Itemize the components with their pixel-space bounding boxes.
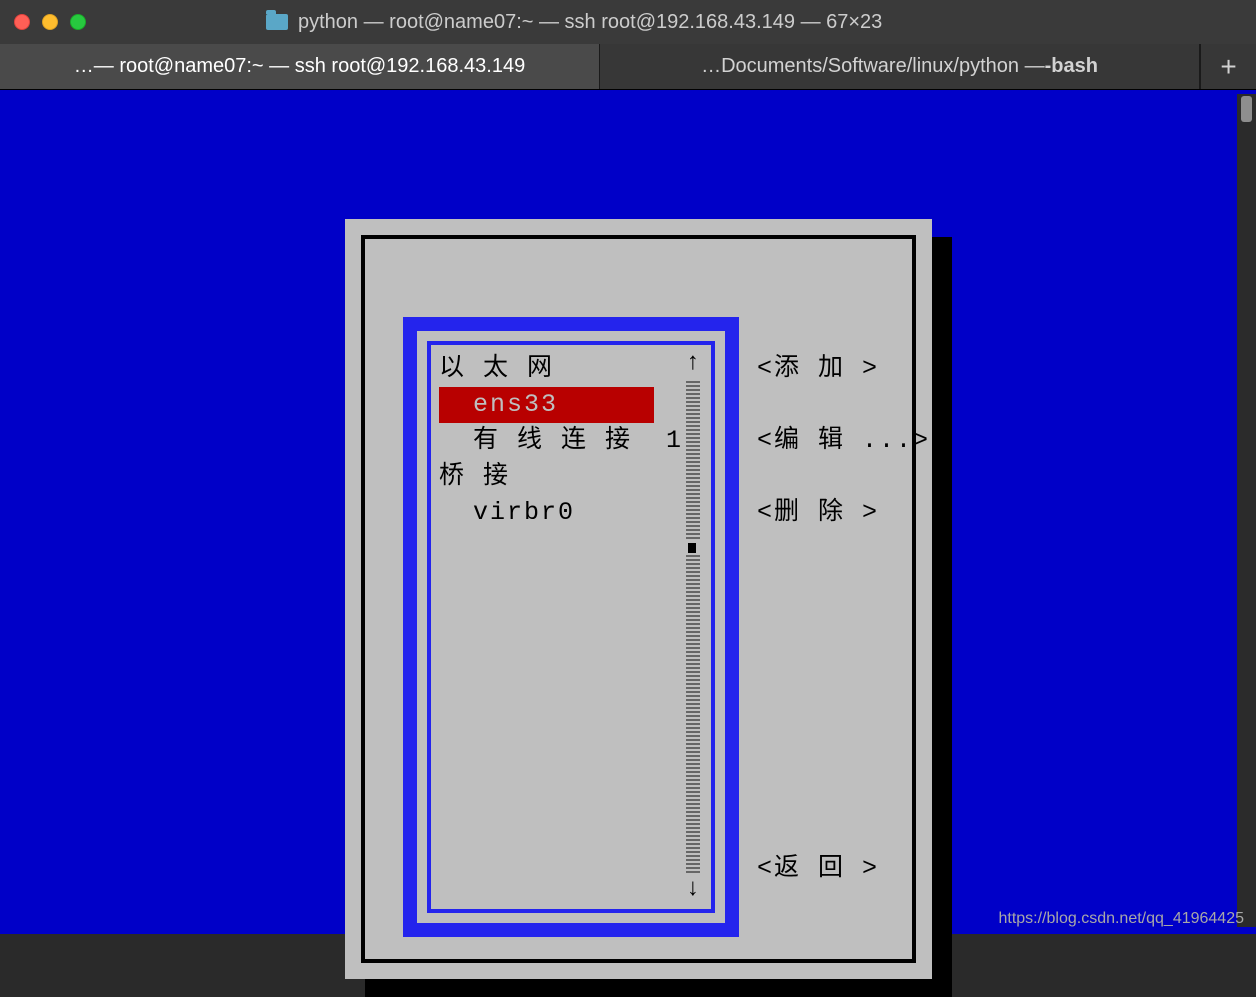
tab-label-bold: -bash xyxy=(1045,55,1098,78)
maximize-window-button[interactable] xyxy=(70,14,86,30)
list-item-ens33[interactable]: ens33 xyxy=(439,387,654,423)
tab-label: …— root@name07:~ — ssh root@192.168.43.1… xyxy=(74,55,525,78)
window-title: python — root@name07:~ — ssh root@192.16… xyxy=(298,11,882,34)
scrollbar-thumb[interactable] xyxy=(686,541,700,553)
listbox-scrollbar[interactable]: ↑ xyxy=(681,351,705,903)
spacer xyxy=(757,387,930,423)
scrollbar-seg xyxy=(686,635,700,673)
window-titlebar: python — root@name07:~ — ssh root@192.16… xyxy=(0,0,1256,44)
window-scrollbar[interactable] xyxy=(1237,94,1256,927)
list-group-bridge: 桥 接 xyxy=(439,459,703,495)
dialog-actions: <添 加 > <编 辑 ...> <删 除 > xyxy=(757,351,930,531)
nmtui-dialog: 以 太 网 ens33 有 线 连 接 1 桥 接 virbr0 ↑ xyxy=(345,219,932,979)
folder-icon xyxy=(266,14,288,30)
traffic-lights xyxy=(14,14,86,30)
new-tab-button[interactable]: + xyxy=(1200,44,1256,89)
tab-bar: …— root@name07:~ — ssh root@192.168.43.1… xyxy=(0,44,1256,90)
connection-listbox[interactable]: 以 太 网 ens33 有 线 连 接 1 桥 接 virbr0 ↑ xyxy=(427,341,715,913)
scrollbar-seg xyxy=(686,555,700,593)
scrollbar-track xyxy=(686,377,700,877)
spacer xyxy=(757,459,930,495)
connection-list: 以 太 网 ens33 有 线 连 接 1 桥 接 virbr0 xyxy=(439,351,703,903)
scrollbar-seg xyxy=(686,755,700,793)
window-scrollbar-thumb[interactable] xyxy=(1241,96,1252,122)
connection-listbox-mid: 以 太 网 ens33 有 线 连 接 1 桥 接 virbr0 ↑ xyxy=(417,331,725,923)
list-group-ethernet: 以 太 网 xyxy=(439,351,703,387)
plus-icon: + xyxy=(1220,51,1236,83)
delete-button[interactable]: <删 除 > xyxy=(757,495,930,531)
scrollbar-seg xyxy=(686,715,700,753)
list-item-wired-1[interactable]: 有 线 连 接 1 xyxy=(439,423,703,459)
scrollbar-seg xyxy=(686,675,700,713)
scrollbar-seg xyxy=(686,461,700,499)
scrollbar-seg xyxy=(686,835,700,873)
scroll-up-arrow-icon[interactable]: ↑ xyxy=(686,351,700,377)
scroll-down-arrow-icon[interactable]: ↓ xyxy=(686,877,700,903)
scrollbar-seg xyxy=(686,381,700,419)
dialog-border: 以 太 网 ens33 有 线 连 接 1 桥 接 virbr0 ↑ xyxy=(361,235,916,963)
list-item-virbr0[interactable]: virbr0 xyxy=(439,495,703,531)
scrollbar-seg xyxy=(686,421,700,459)
scrollbar-seg xyxy=(686,595,700,633)
scrollbar-seg xyxy=(686,795,700,833)
tab-label-prefix: …Documents/Software/linux/python — xyxy=(701,55,1045,78)
add-button[interactable]: <添 加 > xyxy=(757,351,930,387)
watermark-text: https://blog.csdn.net/qq_41964425 xyxy=(998,910,1244,928)
back-button[interactable]: <返 回 > xyxy=(757,847,879,883)
terminal-canvas[interactable]: 以 太 网 ens33 有 线 连 接 1 桥 接 virbr0 ↑ xyxy=(7,94,1249,927)
edit-button[interactable]: <编 辑 ...> xyxy=(757,423,930,459)
close-window-button[interactable] xyxy=(14,14,30,30)
tab-ssh-session[interactable]: …— root@name07:~ — ssh root@192.168.43.1… xyxy=(0,44,600,89)
minimize-window-button[interactable] xyxy=(42,14,58,30)
scrollbar-seg xyxy=(686,501,700,539)
connection-listbox-frame: 以 太 网 ens33 有 线 连 接 1 桥 接 virbr0 ↑ xyxy=(403,317,739,937)
terminal-area: 以 太 网 ens33 有 线 连 接 1 桥 接 virbr0 ↑ xyxy=(0,90,1256,934)
tab-bash-session[interactable]: …Documents/Software/linux/python — -bash xyxy=(600,44,1200,89)
